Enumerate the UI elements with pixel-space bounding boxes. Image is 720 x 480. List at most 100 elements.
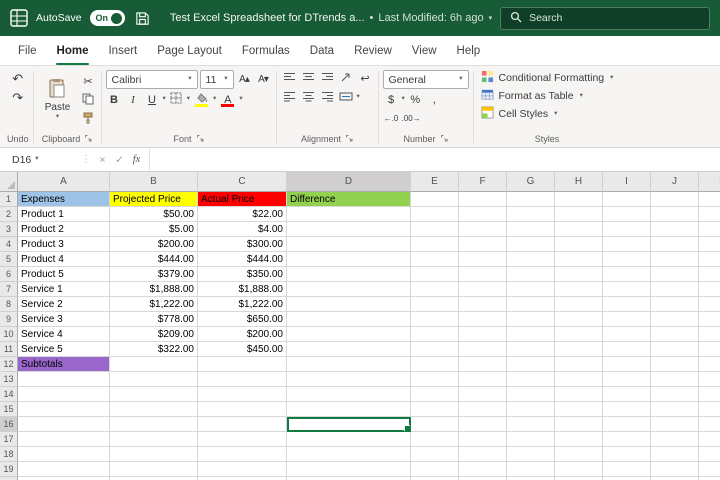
cell-E16[interactable] [411,417,459,432]
cell-I6[interactable] [603,267,651,282]
cell-B17[interactable] [110,432,198,447]
cell-B18[interactable] [110,447,198,462]
increase-decimal-button[interactable]: ←.0 [383,110,400,127]
font-size-combobox[interactable]: 11 ▾ [200,70,234,89]
align-top-button[interactable] [281,70,298,87]
cell-E4[interactable] [411,237,459,252]
cell-H8[interactable] [555,297,603,312]
formula-input[interactable] [149,148,720,171]
cell-K4[interactable] [699,237,720,252]
cell-C2[interactable]: $22.00 [198,207,287,222]
cell-J6[interactable] [651,267,699,282]
format-painter-button[interactable] [80,111,97,128]
cell-E18[interactable] [411,447,459,462]
cell-K12[interactable] [699,357,720,372]
menu-tab-home[interactable]: Home [47,36,99,65]
cell-E3[interactable] [411,222,459,237]
cell-B4[interactable]: $200.00 [110,237,198,252]
cancel-entry-button[interactable]: × [94,154,111,166]
cell-K13[interactable] [699,372,720,387]
cell-A15[interactable] [18,402,110,417]
paste-button[interactable]: Paste ▾ [38,70,78,128]
conditional-formatting-button[interactable]: Conditional Formatting ▾ [478,70,617,86]
menu-tab-insert[interactable]: Insert [98,36,147,65]
cell-F18[interactable] [459,447,507,462]
cell-J9[interactable] [651,312,699,327]
cell-A11[interactable]: Service 5 [18,342,110,357]
cell-I1[interactable] [603,192,651,207]
column-header-I[interactable]: I [603,172,651,192]
menu-tab-page-layout[interactable]: Page Layout [147,36,232,65]
cell-I19[interactable] [603,462,651,477]
cell-E13[interactable] [411,372,459,387]
cell-D13[interactable] [287,372,411,387]
cell-J11[interactable] [651,342,699,357]
row-header-2[interactable]: 2 [0,207,18,222]
cell-K7[interactable] [699,282,720,297]
cell-E15[interactable] [411,402,459,417]
column-header-J[interactable]: J [651,172,699,192]
cell-G10[interactable] [507,327,555,342]
cell-B6[interactable]: $379.00 [110,267,198,282]
cell-G15[interactable] [507,402,555,417]
cell-J10[interactable] [651,327,699,342]
cell-C10[interactable]: $200.00 [198,327,287,342]
cell-I11[interactable] [603,342,651,357]
fill-color-chevron-icon[interactable]: ▾ [213,96,216,103]
cell-E1[interactable] [411,192,459,207]
cell-K1[interactable] [699,192,720,207]
cell-K10[interactable] [699,327,720,342]
search-box[interactable]: Search [500,7,710,30]
cell-D10[interactable] [287,327,411,342]
cell-I18[interactable] [603,447,651,462]
insert-function-button[interactable]: fx [128,154,145,165]
cell-C6[interactable]: $350.00 [198,267,287,282]
cell-F7[interactable] [459,282,507,297]
row-header-19[interactable]: 19 [0,462,18,477]
cell-F16[interactable] [459,417,507,432]
cell-K6[interactable] [699,267,720,282]
comma-style-button[interactable]: , [426,91,443,108]
menu-tab-review[interactable]: Review [344,36,402,65]
cell-G9[interactable] [507,312,555,327]
menu-tab-help[interactable]: Help [447,36,491,65]
cell-styles-button[interactable]: Cell Styles ▾ [478,106,617,122]
cell-E5[interactable] [411,252,459,267]
cell-F8[interactable] [459,297,507,312]
cell-H4[interactable] [555,237,603,252]
cell-I17[interactable] [603,432,651,447]
format-as-table-button[interactable]: Format as Table ▾ [478,88,617,104]
cell-A2[interactable]: Product 1 [18,207,110,222]
cell-A19[interactable] [18,462,110,477]
cell-F11[interactable] [459,342,507,357]
cell-A17[interactable] [18,432,110,447]
font-color-button[interactable]: A [218,91,237,108]
cell-D2[interactable] [287,207,411,222]
cell-H10[interactable] [555,327,603,342]
cell-D5[interactable] [287,252,411,267]
cell-G18[interactable] [507,447,555,462]
cell-K3[interactable] [699,222,720,237]
cell-I9[interactable] [603,312,651,327]
cell-C17[interactable] [198,432,287,447]
select-all-corner[interactable] [0,172,18,192]
column-header-D[interactable]: D [287,172,411,192]
cell-C1[interactable]: Actual Price [198,192,287,207]
cell-K2[interactable] [699,207,720,222]
cell-B16[interactable] [110,417,198,432]
cell-I7[interactable] [603,282,651,297]
column-header-H[interactable]: H [555,172,603,192]
cell-J8[interactable] [651,297,699,312]
cell-F5[interactable] [459,252,507,267]
row-header-12[interactable]: 12 [0,357,18,372]
document-title[interactable]: Test Excel Spreadsheet for DTrends a... … [170,12,492,24]
column-header-E[interactable]: E [411,172,459,192]
merge-center-button[interactable] [338,89,355,106]
redo-button[interactable]: ↷ [9,89,26,106]
row-header-7[interactable]: 7 [0,282,18,297]
cell-E19[interactable] [411,462,459,477]
cell-J3[interactable] [651,222,699,237]
undo-button[interactable]: ↶ [9,70,26,87]
wrap-text-button[interactable]: ↩ [357,70,374,87]
cell-K15[interactable] [699,402,720,417]
